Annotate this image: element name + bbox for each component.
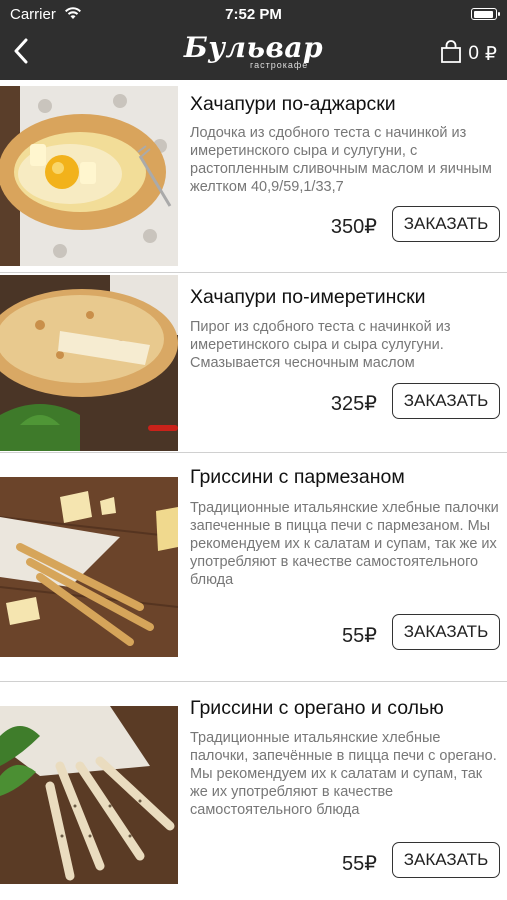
product-image-khachapuri-imeretian bbox=[0, 275, 178, 451]
product-price: 55₽ bbox=[342, 625, 377, 647]
status-time: 7:52 PM bbox=[225, 6, 282, 23]
order-button[interactable]: ЗАКАЗАТЬ bbox=[392, 842, 500, 878]
product-card[interactable]: Гриссини с пармезаном Традиционные италь… bbox=[0, 455, 507, 680]
battery-level bbox=[473, 10, 493, 18]
product-price: 325₽ bbox=[330, 393, 377, 415]
product-price: 350₽ bbox=[330, 216, 377, 238]
product-card[interactable]: Хачапури по-аджарски Лодочка из сдобного… bbox=[0, 86, 507, 272]
product-price: 55₽ bbox=[342, 853, 377, 875]
top-bar: Carrier 7:52 PM Бульвар гастрокафе 0 ₽ bbox=[0, 0, 507, 80]
cart-count: 0 bbox=[468, 43, 479, 64]
order-button[interactable]: ЗАКАЗАТЬ bbox=[392, 614, 500, 650]
product-title: Гриссини с пармезаном bbox=[190, 466, 405, 488]
product-image-khachapuri-adjarian bbox=[0, 86, 178, 266]
product-card[interactable]: Гриссини с орегано и солью Традиционные … bbox=[0, 684, 507, 900]
order-button[interactable]: ЗАКАЗАТЬ bbox=[392, 383, 500, 419]
order-button[interactable]: ЗАКАЗАТЬ bbox=[392, 206, 500, 242]
battery-icon bbox=[471, 8, 500, 20]
divider bbox=[0, 681, 507, 682]
shopping-bag-icon bbox=[440, 39, 462, 69]
product-description: Традиционные итальянские хлебные палочки… bbox=[190, 500, 499, 588]
divider bbox=[0, 452, 507, 453]
cart-currency: ₽ bbox=[484, 43, 497, 65]
product-description: Лодочка из сдобного теста с начинкой из … bbox=[190, 125, 492, 195]
cart-button[interactable]: 0 ₽ bbox=[440, 39, 497, 69]
status-bar: Carrier 7:52 PM bbox=[0, 0, 507, 30]
divider bbox=[0, 272, 507, 273]
product-description: Пирог из сдобного теста с начинкой из им… bbox=[190, 319, 451, 371]
navigation-bar: Бульвар гастрокафе 0 ₽ bbox=[0, 30, 507, 80]
product-title: Хачапури по-имеретински bbox=[190, 286, 426, 308]
product-title: Гриссини с орегано и солью bbox=[190, 697, 444, 719]
brand-logo: Бульвар гастрокафе bbox=[0, 34, 507, 71]
product-card[interactable]: Хачапури по-имеретински Пирог из сдобног… bbox=[0, 275, 507, 455]
logo-subtitle: гастрокафе bbox=[250, 60, 309, 70]
product-description: Традиционные итальянские хлебные палочки… bbox=[190, 730, 497, 818]
product-title: Хачапури по-аджарски bbox=[190, 93, 396, 115]
product-image-grissini-oregano bbox=[0, 706, 178, 884]
product-image-grissini-parmesan bbox=[0, 477, 178, 657]
